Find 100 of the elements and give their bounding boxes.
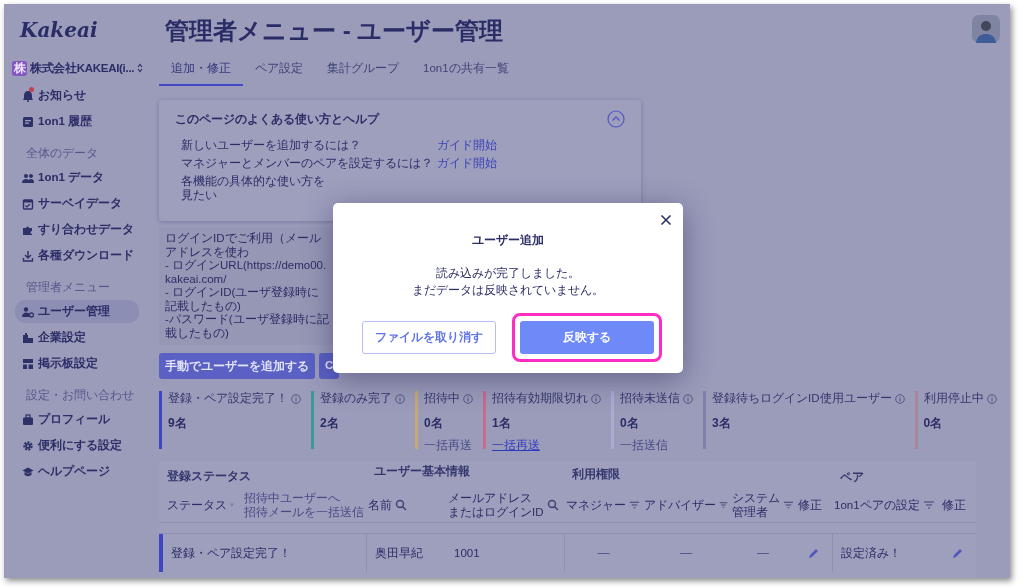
sidebar-item[interactable]: お知らせ (15, 84, 139, 107)
info-icon (683, 393, 693, 404)
building-icon (22, 331, 34, 344)
avatar-icon (972, 15, 1000, 43)
search-icon[interactable] (546, 499, 559, 511)
table-cell: 奥田早紀 (375, 545, 423, 561)
table-cell: 1001 (454, 547, 480, 559)
column-group-header: ペア (839, 470, 865, 485)
logo: Kakeai (18, 18, 98, 44)
resend-link[interactable]: 一括再送 (492, 438, 540, 453)
filter-icon[interactable] (922, 500, 935, 510)
column-group-header: 登録ステータス (166, 469, 252, 484)
info-icon (395, 393, 405, 404)
modal-button[interactable]: 反映する (520, 321, 654, 354)
tab[interactable]: 1on1の共有一覧 (411, 56, 521, 86)
info-text: - ログインURL(https://demo00.kakeai.com/ (165, 259, 328, 286)
tab[interactable]: 集計グループ (315, 56, 411, 86)
sidebar-item[interactable]: サーベイデータ (15, 192, 139, 215)
stat-label: 招待有効期限切れ (492, 391, 588, 406)
sidebar-item[interactable]: 1on1 履歴 (15, 110, 139, 133)
stat-count: 1名 (492, 415, 512, 432)
company-name[interactable]: 株式会社KAKEAI(i... (30, 60, 135, 76)
section-heading: 管理者メニュー (25, 280, 110, 295)
filter-icon[interactable] (719, 500, 728, 510)
help-question: 新しいユーザーを追加するには？ (181, 138, 362, 152)
filter-icon[interactable] (783, 500, 794, 510)
help-title: このページのよくある使い方とヘルプ (175, 110, 379, 128)
modal-title: ユーザー追加 (472, 232, 544, 249)
stat-count: 2名 (320, 415, 340, 432)
column-header: ステータス (167, 498, 227, 512)
info-text: ログインIDでご利用（メールアドレスを使わ (165, 232, 322, 259)
section-heading: 設定・お問い合わせ (25, 388, 134, 403)
sidebar-item[interactable]: ユーザー管理 (15, 300, 139, 323)
filter-icon[interactable] (629, 500, 640, 510)
sidebar-item[interactable]: ヘルプページ (15, 460, 139, 483)
tab[interactable]: ペア設定 (243, 56, 315, 86)
close-icon[interactable] (660, 214, 672, 226)
sidebar-item[interactable]: プロフィール (15, 408, 139, 431)
bell-icon (22, 89, 34, 102)
column-header: 修正 (798, 498, 822, 512)
stat-label: 登録・ペア設定完了！ (168, 391, 288, 406)
guide-link[interactable]: ガイド開始 (437, 156, 625, 170)
info-icon (986, 393, 997, 404)
stat-count: 0名 (424, 415, 444, 432)
column-header: 1on1ペアの設定 (834, 498, 920, 512)
calendar-icon (22, 197, 34, 210)
people-icon (22, 171, 34, 184)
table-cell: 設定済み！ (841, 545, 901, 561)
stat-label: 招待中 (424, 391, 460, 406)
stat-label: 登録待ちログインID使用ユーザー (712, 391, 892, 406)
tab[interactable]: 追加・修正 (159, 56, 243, 86)
column-header: メールアドレス またはログインID (448, 491, 544, 519)
graduation-cap-icon (22, 465, 34, 478)
guide-link[interactable]: ガイド開始 (437, 138, 625, 152)
gear-icon (22, 439, 34, 452)
table-cell: — (597, 546, 610, 560)
info-icon (591, 393, 601, 404)
note-icon (22, 115, 34, 128)
company-badge: 株 (12, 60, 27, 76)
info-text: -パスワード(ユーザ登録時に記載したもの) (165, 313, 330, 340)
stat-label: 招待未送信 (620, 391, 680, 406)
modal-message: 読み込みが完了しました。 (436, 266, 580, 281)
modal-button[interactable]: ファイルを取り消す (362, 321, 496, 354)
column-header: アドバイザー (644, 498, 716, 512)
sidebar-item[interactable]: 掲示板設定 (15, 352, 139, 375)
info-icon (894, 393, 905, 404)
action-button[interactable]: 手動でユーザーを追加する (159, 353, 315, 379)
briefcase-icon (22, 413, 34, 426)
stat-count: 9名 (168, 415, 188, 432)
info-text: - ログインID(ユーザ登録時に記載したもの) (165, 286, 321, 313)
stat-count: 0名 (923, 415, 944, 432)
download-icon (22, 249, 34, 262)
column-group-header: 利用権限 (571, 467, 621, 482)
sidebar-item[interactable]: 1on1 データ (15, 166, 139, 189)
search-icon[interactable] (395, 499, 407, 511)
table-cell: — (680, 546, 692, 560)
table-cell: — (757, 546, 769, 560)
stat-label: 利用停止中 (923, 391, 984, 406)
stat-label: 登録のみ完了 (320, 391, 392, 406)
help-question: 各機能の具体的な使い方を見たい (181, 174, 326, 202)
sidebar-item[interactable]: 便利にする設定 (15, 434, 139, 457)
column-header: 名前 (368, 498, 392, 512)
column-group-header: ユーザー基本情報 (373, 464, 471, 479)
chevron-circle-icon[interactable] (607, 110, 625, 128)
sidebar-item[interactable]: 各種ダウンロード (15, 244, 139, 267)
info-icon (463, 393, 473, 404)
pencil-icon[interactable] (952, 547, 964, 559)
sidebar-item[interactable]: 企業設定 (15, 326, 139, 349)
column-header: 修正 (942, 498, 966, 512)
chevron-up-down-icon (137, 63, 144, 73)
pencil-icon[interactable] (808, 547, 820, 559)
page-title: 管理者メニュー - ユーザー管理 (165, 16, 504, 46)
sidebar-item[interactable]: すり合わせデータ (15, 218, 139, 241)
stat-count: 3名 (712, 415, 732, 432)
stat-count: 0名 (620, 415, 640, 432)
modal-message: まだデータは反映されていません。 (412, 283, 604, 298)
info-icon (291, 393, 301, 404)
table-cell: 登録・ペア設定完了！ (171, 545, 291, 561)
column-header: マネジャー (566, 498, 626, 512)
help-question: マネジャーとメンバーのペアを設定するには？ (181, 156, 434, 170)
